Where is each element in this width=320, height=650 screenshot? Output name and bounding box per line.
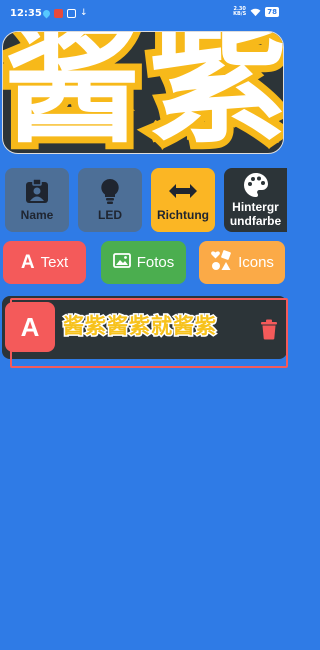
tile-background-color-label: Hintergr undfarbe [229,200,282,228]
banner-preview-text: 酱紫 [3,31,284,154]
text-icon: A [20,251,35,273]
lightbulb-icon [100,178,120,204]
gallery-notification-icon [67,9,76,18]
tile-background-color[interactable]: Hintergr undfarbe [224,168,287,232]
tab-text-label: Text [40,254,69,271]
notification-icons: ↓ [41,8,88,19]
tab-fotos-label: Fotos [136,254,175,271]
network-speed-unit: KB/S [233,11,247,17]
led-preview-banner[interactable]: 酱紫 [2,31,284,154]
text-item-type-badge: A [5,302,55,352]
arrows-horizontal-icon [168,178,198,204]
tile-richtung[interactable]: Richtung [151,168,215,232]
network-speed: 2.30 KB/S [233,7,246,17]
palette-icon [243,172,269,198]
status-bar: 12:35 ↓ 2.30 KB/S 78 [0,0,287,28]
tile-name[interactable]: Name [5,168,69,232]
status-time: 12:35 [10,8,42,19]
tile-richtung-label: Richtung [157,208,209,222]
status-right: 2.30 KB/S 78 [233,7,279,17]
drop-icon [41,8,52,19]
tab-icons-label: Icons [238,254,274,271]
tab-fotos[interactable]: Fotos [101,241,186,284]
app-notification-icon [54,9,63,18]
text-item-content[interactable]: 酱紫酱紫就酱紫 [62,310,218,340]
tile-name-label: Name [20,208,54,222]
trash-icon[interactable] [260,319,278,344]
tile-led-label: LED [98,208,122,222]
tab-text[interactable]: A Text [3,241,86,284]
shapes-icon [210,249,232,276]
image-icon [112,253,131,272]
battery-indicator: 78 [265,7,279,17]
id-badge-icon [25,178,49,204]
download-icon: ↓ [80,8,88,18]
tab-icons[interactable]: Icons [199,241,285,284]
tile-led[interactable]: LED [78,168,142,232]
wifi-icon [250,8,261,16]
